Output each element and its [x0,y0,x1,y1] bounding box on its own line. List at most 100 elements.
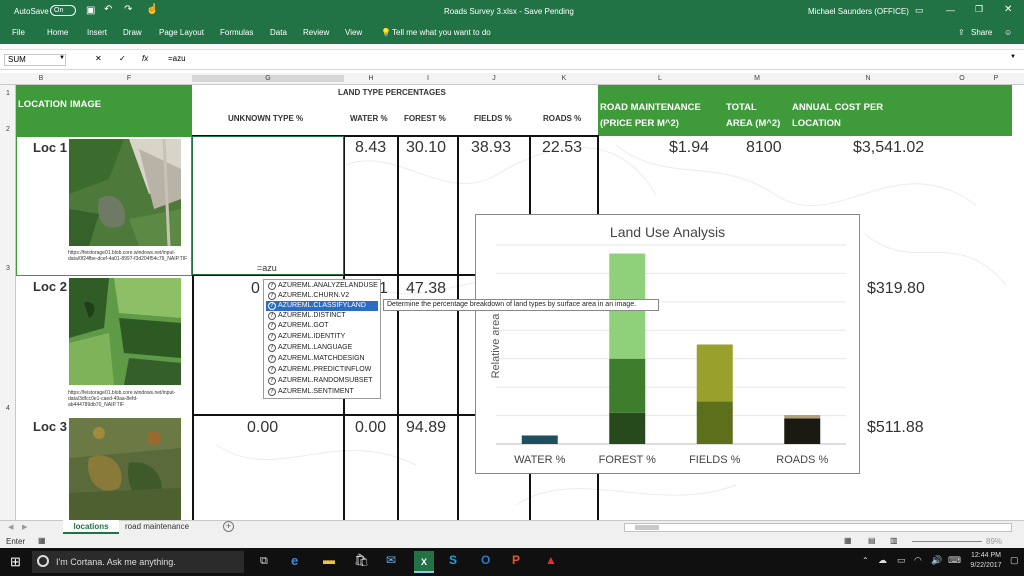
chart-bar-segment[interactable] [609,358,646,413]
tell-me-box[interactable]: Tell me what you want to do [392,28,491,37]
loc3-forest[interactable]: 94.89 [406,419,446,437]
add-sheet-icon[interactable]: + [223,521,234,532]
loc3-aerial-image[interactable] [69,418,181,520]
loc3-name[interactable]: Loc 3 [33,419,67,434]
clock-date[interactable]: 9/22/2017 [968,562,1004,569]
autocomplete-item[interactable]: f AZUREML.CHURN.V2 [266,291,378,301]
insert-function-icon[interactable]: fx [142,54,148,63]
loc2-name[interactable]: Loc 2 [33,279,67,294]
autosave-toggle[interactable]: On [50,5,76,16]
function-autocomplete-list[interactable]: f AZUREML.ANALYZELANDUSE f AZUREML.CHURN.V… [263,279,381,399]
undo-icon[interactable]: ↶ [104,4,112,15]
row-header-2[interactable]: 2 [0,126,16,133]
scroll-right-icon[interactable]: ▶ [22,523,27,531]
onedrive-icon[interactable]: ☁ [878,555,887,566]
macro-record-icon[interactable]: ▦ [38,536,46,545]
chart-bar-segment[interactable] [696,344,733,402]
loc2-forest[interactable]: 47.38 [406,280,446,298]
minimize-icon[interactable]: — [946,5,955,15]
loc3-water[interactable]: 0.00 [355,419,386,437]
loc1-url[interactable]: https://feistorage01.blob.core.windows.n… [68,250,193,262]
autocomplete-item[interactable]: f AZUREML.LANGUAGE [266,343,378,353]
confirm-entry-icon[interactable]: ✓ [119,54,126,63]
ribbon-display-icon[interactable]: ▭ [915,5,924,16]
loc1-price[interactable]: $1.94 [669,139,709,157]
column-header-h[interactable]: H [344,75,398,82]
loc1-cost[interactable]: $3,541.02 [853,139,924,157]
tab-draw[interactable]: Draw [123,28,142,37]
tab-view[interactable]: View [345,28,362,37]
column-header-p[interactable]: P [980,75,1012,82]
autocomplete-item[interactable]: f AZUREML.GOT [266,321,378,331]
loc2-unknown[interactable]: 0 [251,280,260,298]
cell-edit-text[interactable]: =azu [257,263,277,273]
loc1-name[interactable]: Loc 1 [33,140,67,155]
autocomplete-item[interactable]: f AZUREML.IDENTITY [266,332,378,342]
show-hidden-icons-icon[interactable]: ⌃ [862,556,869,565]
loc2-cost[interactable]: $319.80 [867,280,925,298]
clock-time[interactable]: 12:44 PM [968,552,1004,559]
autocomplete-item[interactable]: f AZUREML.RANDOMSUBSET [266,376,378,386]
name-box[interactable]: SUM [4,54,66,66]
smiley-icon[interactable]: ☺ [1004,28,1012,37]
outlook-icon[interactable]: O [481,553,490,567]
loc1-area[interactable]: 8100 [746,139,782,157]
loc1-forest[interactable]: 30.10 [406,139,446,157]
chart-bar-segment[interactable] [784,415,821,419]
autocomplete-item[interactable]: f AZUREML.ANALYZELANDUSE [266,281,378,291]
excel-taskbar-icon[interactable]: X [414,551,434,573]
redo-icon[interactable]: ↷ [124,4,132,15]
column-header-l[interactable]: L [598,75,722,82]
file-explorer-icon[interactable]: ▬ [323,553,335,567]
wifi-icon[interactable]: ◠ [914,555,922,566]
page-break-view-icon[interactable]: ▥ [890,536,898,545]
tab-insert[interactable]: Insert [87,28,107,37]
chart-bar-segment[interactable] [784,418,821,444]
tab-home[interactable]: Home [47,28,68,37]
row-header-4[interactable]: 4 [0,405,16,412]
autocomplete-item[interactable]: f AZUREML.PREDICTINFLOW [266,365,378,375]
column-header-n[interactable]: N [792,75,944,82]
volume-icon[interactable]: 🔊 [931,555,942,566]
windows-start-icon[interactable]: ⊞ [10,554,21,570]
sheet-tab-road-maintenance[interactable]: road maintenance [125,522,189,531]
task-view-icon[interactable]: ⧉ [260,555,268,568]
expand-formula-icon[interactable]: ▼ [1010,54,1016,60]
horizontal-scrollbar[interactable] [624,523,1012,532]
save-icon[interactable]: ▣ [86,5,95,16]
formula-input[interactable]: =azu [168,54,186,63]
share-button[interactable]: Share [971,28,992,37]
autocomplete-item[interactable]: f AZUREML.SENTIMENT [266,387,378,397]
user-name[interactable]: Michael Saunders (OFFICE) [808,7,909,16]
restore-icon[interactable]: ❐ [975,4,983,15]
autocomplete-item[interactable]: f AZUREML.DISTINCT [266,311,378,321]
tab-data[interactable]: Data [270,28,287,37]
column-header-f[interactable]: F [66,75,192,82]
tab-formulas[interactable]: Formulas [220,28,253,37]
chart-bar-segment[interactable] [521,435,558,444]
column-header-j[interactable]: J [458,75,530,82]
tab-file[interactable]: File [12,28,25,37]
row-header-3[interactable]: 3 [0,265,16,272]
autocomplete-item-selected[interactable]: f AZUREML.CLASSIFYLAND [266,301,378,311]
keyboard-icon[interactable]: ⌨ [948,555,961,566]
sheet-tab-locations[interactable]: locations [63,520,119,534]
tab-review[interactable]: Review [303,28,329,37]
column-header-i[interactable]: I [398,75,458,82]
loc2-aerial-image[interactable] [69,278,181,385]
tab-page-layout[interactable]: Page Layout [159,28,204,37]
scrollbar-thumb[interactable] [635,525,659,530]
skype-icon[interactable]: S [449,553,457,567]
store-icon[interactable]: 🛍 [354,553,369,567]
column-header-g[interactable]: G [192,75,344,82]
mail-icon[interactable]: ✉ [386,553,396,567]
powerpoint-icon[interactable]: P [512,553,520,567]
loc3-cost[interactable]: $511.88 [867,419,924,437]
loc1-roads[interactable]: 22.53 [542,139,582,157]
column-header-b[interactable]: B [16,75,66,82]
power-icon[interactable]: ▭ [897,555,906,566]
chart-bar-segment[interactable] [609,412,646,444]
column-header-o[interactable]: O [944,75,980,82]
zoom-slider[interactable] [912,541,982,542]
zoom-level[interactable]: 89% [986,537,1002,546]
